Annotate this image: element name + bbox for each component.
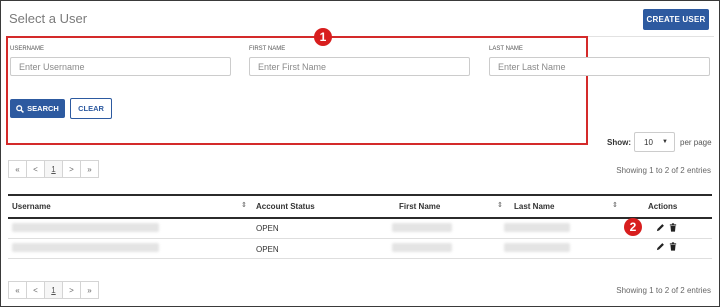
search-panel-highlight (6, 36, 588, 145)
trash-icon[interactable] (669, 242, 677, 251)
account-status-cell: OPEN (256, 224, 279, 233)
row-divider (8, 238, 712, 239)
redacted-username (12, 223, 159, 232)
trash-icon[interactable] (669, 223, 677, 232)
chevron-down-icon: ▼ (662, 139, 668, 145)
next-page-button[interactable]: > (62, 281, 81, 299)
page-size-value: 10 (644, 137, 653, 147)
account-status-cell: OPEN (256, 245, 279, 254)
search-icon (16, 104, 25, 113)
username-input[interactable]: Enter Username (10, 57, 231, 76)
pagination-bottom: « < 1 > » (8, 281, 99, 299)
table-bottom-border (8, 258, 712, 259)
redacted-first-name (392, 223, 452, 232)
column-last-name[interactable]: Last Name (514, 202, 554, 211)
first-page-button[interactable]: « (8, 281, 27, 299)
redacted-username (12, 243, 159, 252)
last-name-label: LAST NAME (489, 46, 523, 52)
entries-info-bottom: Showing 1 to 2 of 2 entries (616, 286, 711, 295)
next-page-button[interactable]: > (62, 160, 81, 178)
create-user-button[interactable]: CREATE USER (643, 9, 709, 30)
page-1-button[interactable]: 1 (44, 160, 63, 178)
last-name-input[interactable]: Enter Last Name (489, 57, 710, 76)
column-username[interactable]: Username (12, 202, 51, 211)
first-name-input[interactable]: Enter First Name (249, 57, 470, 76)
column-actions: Actions (648, 202, 678, 211)
show-label: Show: (607, 138, 631, 147)
column-first-name[interactable]: First Name (399, 202, 440, 211)
redacted-last-name (504, 243, 570, 252)
last-page-button[interactable]: » (80, 281, 99, 299)
sort-icon[interactable]: ⇕ (241, 201, 247, 209)
username-label: USERNAME (10, 46, 45, 52)
clear-button[interactable]: CLEAR (70, 98, 112, 119)
per-page-label: per page (680, 138, 712, 147)
entries-info-top: Showing 1 to 2 of 2 entries (616, 166, 711, 175)
pencil-icon[interactable] (656, 242, 665, 251)
page-title: Select a User (9, 11, 88, 26)
search-button-label: SEARCH (27, 104, 59, 113)
first-name-label: FIRST NAME (249, 46, 286, 52)
column-account-status[interactable]: Account Status (256, 202, 315, 211)
pagination-top: « < 1 > » (8, 160, 99, 178)
prev-page-button[interactable]: < (26, 281, 45, 299)
page-1-button[interactable]: 1 (44, 281, 63, 299)
search-button[interactable]: SEARCH (10, 99, 65, 118)
prev-page-button[interactable]: < (26, 160, 45, 178)
callout-badge-2: 2 (624, 218, 642, 236)
page-size-select[interactable]: 10 ▼ (634, 132, 675, 152)
table-header-bottom-border (8, 217, 712, 219)
first-page-button[interactable]: « (8, 160, 27, 178)
redacted-last-name (504, 223, 570, 232)
redacted-first-name (392, 243, 452, 252)
callout-badge-1: 1 (314, 28, 332, 46)
pencil-icon[interactable] (656, 223, 665, 232)
sort-icon[interactable]: ⇕ (497, 201, 503, 209)
last-page-button[interactable]: » (80, 160, 99, 178)
sort-icon[interactable]: ⇕ (612, 201, 618, 209)
table-header-top-border (8, 194, 712, 196)
